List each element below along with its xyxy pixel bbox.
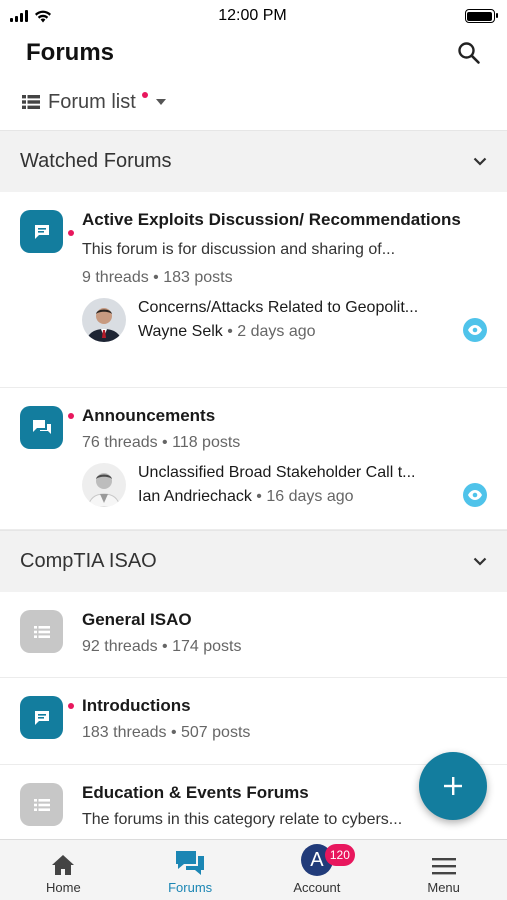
nav-label: Home [46,880,81,895]
forum-stats: 92 threads • 174 posts [82,638,242,655]
new-post-button[interactable] [419,752,487,820]
filter-indicator-dot [141,92,148,98]
eye-icon [463,318,487,342]
list-icon [22,95,40,109]
avatar [82,463,126,507]
nav-menu[interactable]: Menu [380,840,507,900]
unread-dot [68,230,74,236]
forum-item-active-exploits[interactable]: Active Exploits Discussion/ Recommendati… [0,192,507,388]
forum-description: The forums in this category relate to cy… [82,811,403,828]
battery-icon [464,9,498,23]
last-post-title[interactable]: Unclassified Broad Stakeholder Call t... [138,461,447,485]
page-title: Forums [26,39,115,66]
forum-item-introductions[interactable]: Introductions 183 threads • 507 posts [0,678,507,765]
forum-list-label: Forum list [48,90,136,113]
last-post[interactable]: Unclassified Broad Stakeholder Call t...… [82,461,487,509]
forum-description: This forum is for discussion and sharing… [82,241,396,258]
last-post-author[interactable]: Wayne Selk [138,323,223,340]
last-post-time: 2 days ago [237,323,316,340]
list-icon [20,610,63,653]
nav-account[interactable]: A 120 Account [254,840,381,900]
chat-bubbles-icon [20,406,63,449]
app-header: Forums [0,32,507,74]
status-time: 12:00 PM [218,7,287,24]
status-bar: 12:00 PM [0,0,507,32]
forum-title[interactable]: Active Exploits Discussion/ Recommendati… [68,206,487,236]
last-post-title[interactable]: Concerns/Attacks Related to Geopolit... [138,296,447,320]
notification-badge: 120 [324,844,355,866]
last-post-meta: Wayne Selk • 2 days ago [138,323,316,340]
forum-title[interactable]: General ISAO [82,606,487,633]
last-post-time: 16 days ago [266,488,354,505]
forum-list-dropdown[interactable]: Forum list [0,74,507,130]
last-post[interactable]: Concerns/Attacks Related to Geopolit... … [82,296,487,344]
forum-item-general-isao[interactable]: General ISAO 92 threads • 174 posts [0,592,507,678]
eye-icon [463,483,487,507]
chat-bubble-icon [20,696,63,739]
caret-down-icon [155,99,166,105]
section-header-comptia-isao[interactable]: CompTIA ISAO [0,530,507,592]
nav-home[interactable]: Home [0,840,127,900]
nav-label: Menu [427,880,460,895]
wifi-icon [35,10,51,22]
forum-stats: 9 threads • 183 posts [82,269,233,286]
bottom-nav: Home Forums A 120 Account Menu [0,839,507,900]
forum-title[interactable]: Announcements [68,402,487,429]
unread-dot [68,703,74,709]
list-icon [20,783,63,826]
cellular-signal-icon [10,10,28,22]
forum-title[interactable]: Introductions [68,692,487,719]
last-post-author[interactable]: Ian Andriechack [138,488,252,505]
hamburger-icon [431,858,456,875]
chat-bubble-icon [20,210,63,253]
forum-item-announcements[interactable]: Announcements 76 threads • 118 posts Unc… [0,388,507,530]
forum-stats: 76 threads • 118 posts [82,434,241,451]
search-icon[interactable] [457,41,481,65]
section-header-watched-forums[interactable]: Watched Forums [0,130,507,192]
section-title: CompTIA ISAO [20,550,157,572]
chevron-down-icon [473,557,487,566]
nav-label: Forums [168,880,213,895]
avatar [82,298,126,342]
plus-icon [444,777,462,795]
last-post-meta: Ian Andriechack • 16 days ago [138,488,354,505]
section-title: Watched Forums [20,150,172,172]
nav-forums[interactable]: Forums [127,840,254,900]
forum-stats: 183 threads • 507 posts [82,724,251,741]
home-icon [52,855,75,875]
nav-label: Account [293,880,341,895]
unread-dot [68,413,74,419]
forums-icon [176,851,205,875]
chevron-down-icon [473,157,487,166]
